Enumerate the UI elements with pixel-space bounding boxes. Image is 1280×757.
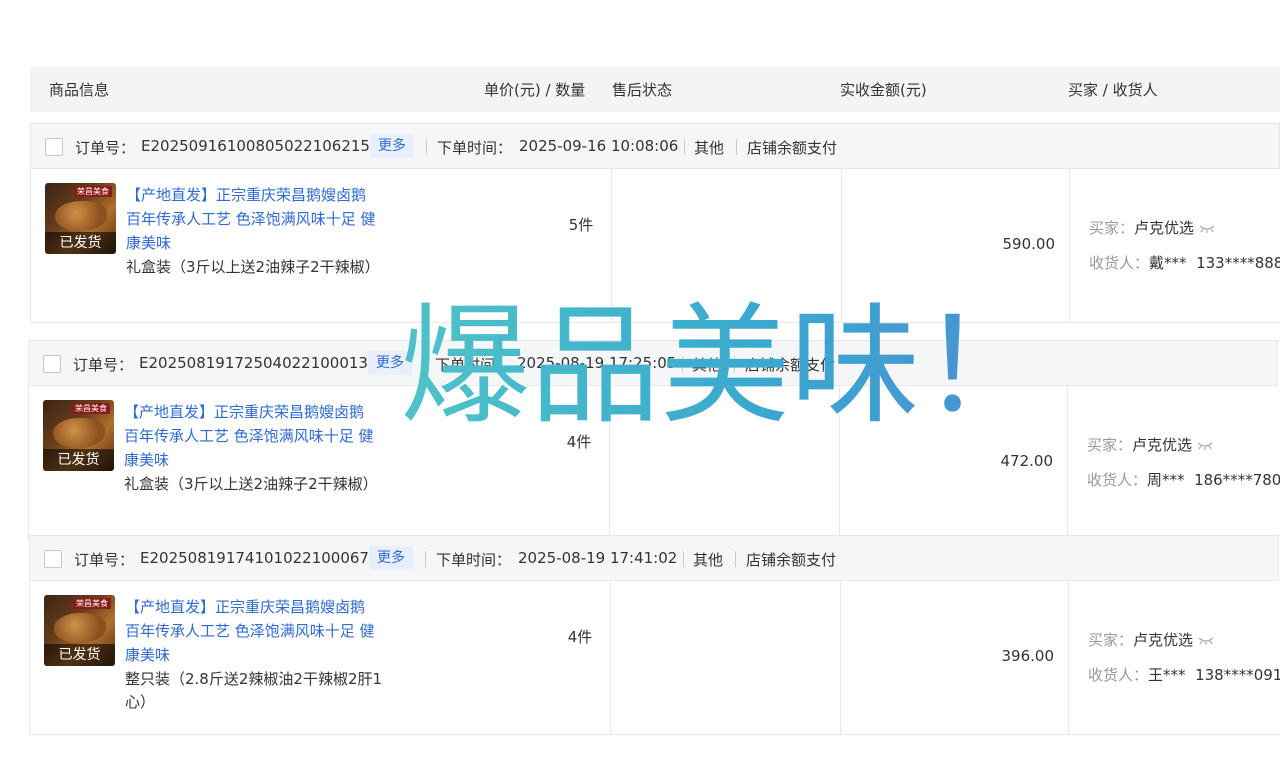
product-spec: 礼盒装（3斤以上送2油辣子2干辣椒） — [124, 475, 378, 493]
eye-closed-icon[interactable] — [1198, 637, 1214, 645]
received-amount: 590.00 — [1002, 235, 1056, 253]
receiver-phone: 186****780 — [1194, 471, 1280, 489]
more-button[interactable]: 更多 — [370, 134, 414, 158]
receiver-info: 收货人：周*** 186****780 — [1087, 469, 1280, 490]
roast-goose-image — [55, 201, 107, 231]
receiver-name: 周*** — [1147, 471, 1185, 489]
order-time: 2025-08-19 17:41:02 — [518, 549, 678, 567]
divider — [424, 356, 425, 372]
receiver-label: 收货人： — [1087, 471, 1148, 489]
header-product-info: 商品信息 — [49, 81, 110, 99]
roast-goose-image — [53, 418, 105, 448]
order-body: 荣昌美食 已发货 【产地直发】正宗重庆荣昌鹅嫂卤鹅 百年传承人工艺 色泽饱满风味… — [30, 169, 1280, 323]
quantity: 4件 — [566, 433, 592, 451]
buyer-info: 买家：卢克优选 — [1089, 217, 1215, 238]
roast-goose-image — [54, 613, 106, 643]
divider — [683, 551, 684, 567]
divider — [425, 551, 426, 567]
order-time-label: 下单时间： — [437, 139, 513, 157]
order-checkbox[interactable] — [44, 550, 62, 568]
product-thumbnail[interactable]: 荣昌美食 已发货 — [43, 400, 114, 471]
receiver-phone: 138****091 — [1195, 666, 1280, 684]
order-type: 其他 — [694, 139, 725, 157]
order-bar: 订单号： E20250916100805022106215 更多 下单时间： 2… — [30, 123, 1280, 169]
shipping-status: 已发货 — [44, 644, 115, 666]
receiver-info: 收货人：王*** 138****091 — [1088, 664, 1280, 685]
buyer-name: 卢克优选 — [1134, 219, 1195, 237]
order-no-label: 订单号： — [75, 139, 136, 157]
receiver-name: 戴*** — [1149, 254, 1187, 272]
order-no-label: 订单号： — [73, 356, 134, 374]
quantity: 4件 — [567, 628, 593, 646]
receiver-name: 王*** — [1148, 666, 1186, 684]
header-price-qty: 单价(元) / 数量 — [484, 81, 586, 99]
buyer-info: 买家：卢克优选 — [1088, 629, 1214, 650]
brand-tag: 荣昌美食 — [72, 403, 110, 414]
order-bar: 订单号： E20250819174101022100067 更多 下单时间： 2… — [29, 535, 1279, 581]
buyer-name: 卢克优选 — [1132, 436, 1193, 454]
shipping-status: 已发货 — [45, 232, 116, 254]
buyer-label: 买家： — [1088, 631, 1134, 649]
order-body: 荣昌美食 已发货 【产地直发】正宗重庆荣昌鹅嫂卤鹅 百年传承人工艺 色泽饱满风味… — [29, 581, 1280, 735]
order-no: E20250819174101022100067 — [140, 549, 369, 567]
payment-method: 店铺余额支付 — [746, 551, 837, 569]
brand-tag: 荣昌美食 — [73, 598, 111, 609]
header-after-sale: 售后状态 — [612, 81, 673, 99]
order-card: 订单号： E20250819172504022100013 更多 下单时间： 2… — [28, 340, 1280, 542]
receiver-phone: 133****888 — [1196, 254, 1280, 272]
order-body: 荣昌美食 已发货 【产地直发】正宗重庆荣昌鹅嫂卤鹅 百年传承人工艺 色泽饱满风味… — [28, 386, 1280, 540]
order-checkbox[interactable] — [45, 138, 63, 156]
divider — [734, 356, 735, 372]
order-bar: 订单号： E20250819172504022100013 更多 下单时间： 2… — [28, 340, 1278, 386]
eye-closed-icon[interactable] — [1199, 225, 1215, 233]
divider — [736, 139, 737, 155]
buyer-name: 卢克优选 — [1133, 631, 1194, 649]
brand-tag: 荣昌美食 — [74, 186, 112, 197]
eye-closed-icon[interactable] — [1197, 442, 1213, 450]
order-time: 2025-08-19 17:25:05 — [517, 354, 677, 372]
order-time-label: 下单时间： — [436, 551, 512, 569]
shipping-status: 已发货 — [43, 449, 114, 471]
receiver-label: 收货人： — [1088, 666, 1149, 684]
order-card: 订单号： E20250819174101022100067 更多 下单时间： 2… — [29, 535, 1280, 737]
buyer-info: 买家：卢克优选 — [1087, 434, 1213, 455]
product-title-link[interactable]: 【产地直发】正宗重庆荣昌鹅嫂卤鹅 百年传承人工艺 色泽饱满风味十足 健康美味 — [124, 400, 382, 472]
payment-method: 店铺余额支付 — [745, 356, 836, 374]
payment-method: 店铺余额支付 — [747, 139, 838, 157]
header-buyer: 买家 / 收货人 — [1068, 81, 1158, 99]
receiver-info: 收货人：戴*** 133****888 — [1089, 252, 1280, 273]
order-no: E20250819172504022100013 — [139, 354, 368, 372]
product-title-link[interactable]: 【产地直发】正宗重庆荣昌鹅嫂卤鹅 百年传承人工艺 色泽饱满风味十足 健康美味 — [126, 183, 384, 255]
received-amount: 472.00 — [1000, 452, 1054, 470]
order-time-label: 下单时间： — [435, 356, 511, 374]
product-thumbnail[interactable]: 荣昌美食 已发货 — [45, 183, 116, 254]
quantity: 5件 — [568, 216, 594, 234]
order-checkbox[interactable] — [43, 355, 61, 373]
order-no: E20250916100805022106215 — [141, 137, 370, 155]
order-card: 订单号： E20250916100805022106215 更多 下单时间： 2… — [30, 123, 1280, 325]
receiver-label: 收货人： — [1089, 254, 1150, 272]
divider — [426, 139, 427, 155]
more-button[interactable]: 更多 — [369, 546, 413, 570]
divider — [735, 551, 736, 567]
product-spec: 整只装（2.8斤送2辣椒油2干辣椒2肝1心） — [125, 670, 383, 711]
divider — [684, 139, 685, 155]
table-header: 商品信息 单价(元) / 数量 售后状态 实收金额(元) 买家 / 收货人 — [30, 66, 1280, 112]
more-button[interactable]: 更多 — [368, 351, 412, 375]
product-thumbnail[interactable]: 荣昌美食 已发货 — [44, 595, 115, 666]
product-title-link[interactable]: 【产地直发】正宗重庆荣昌鹅嫂卤鹅 百年传承人工艺 色泽饱满风味十足 健康美味 — [125, 595, 383, 667]
order-no-label: 订单号： — [74, 551, 135, 569]
buyer-label: 买家： — [1089, 219, 1135, 237]
divider — [682, 356, 683, 372]
order-type: 其他 — [692, 356, 723, 374]
header-amount: 实收金额(元) — [840, 81, 927, 99]
order-type: 其他 — [693, 551, 724, 569]
product-spec: 礼盒装（3斤以上送2油辣子2干辣椒） — [126, 258, 380, 276]
buyer-label: 买家： — [1087, 436, 1133, 454]
received-amount: 396.00 — [1001, 647, 1055, 665]
order-time: 2025-09-16 10:08:06 — [519, 137, 679, 155]
